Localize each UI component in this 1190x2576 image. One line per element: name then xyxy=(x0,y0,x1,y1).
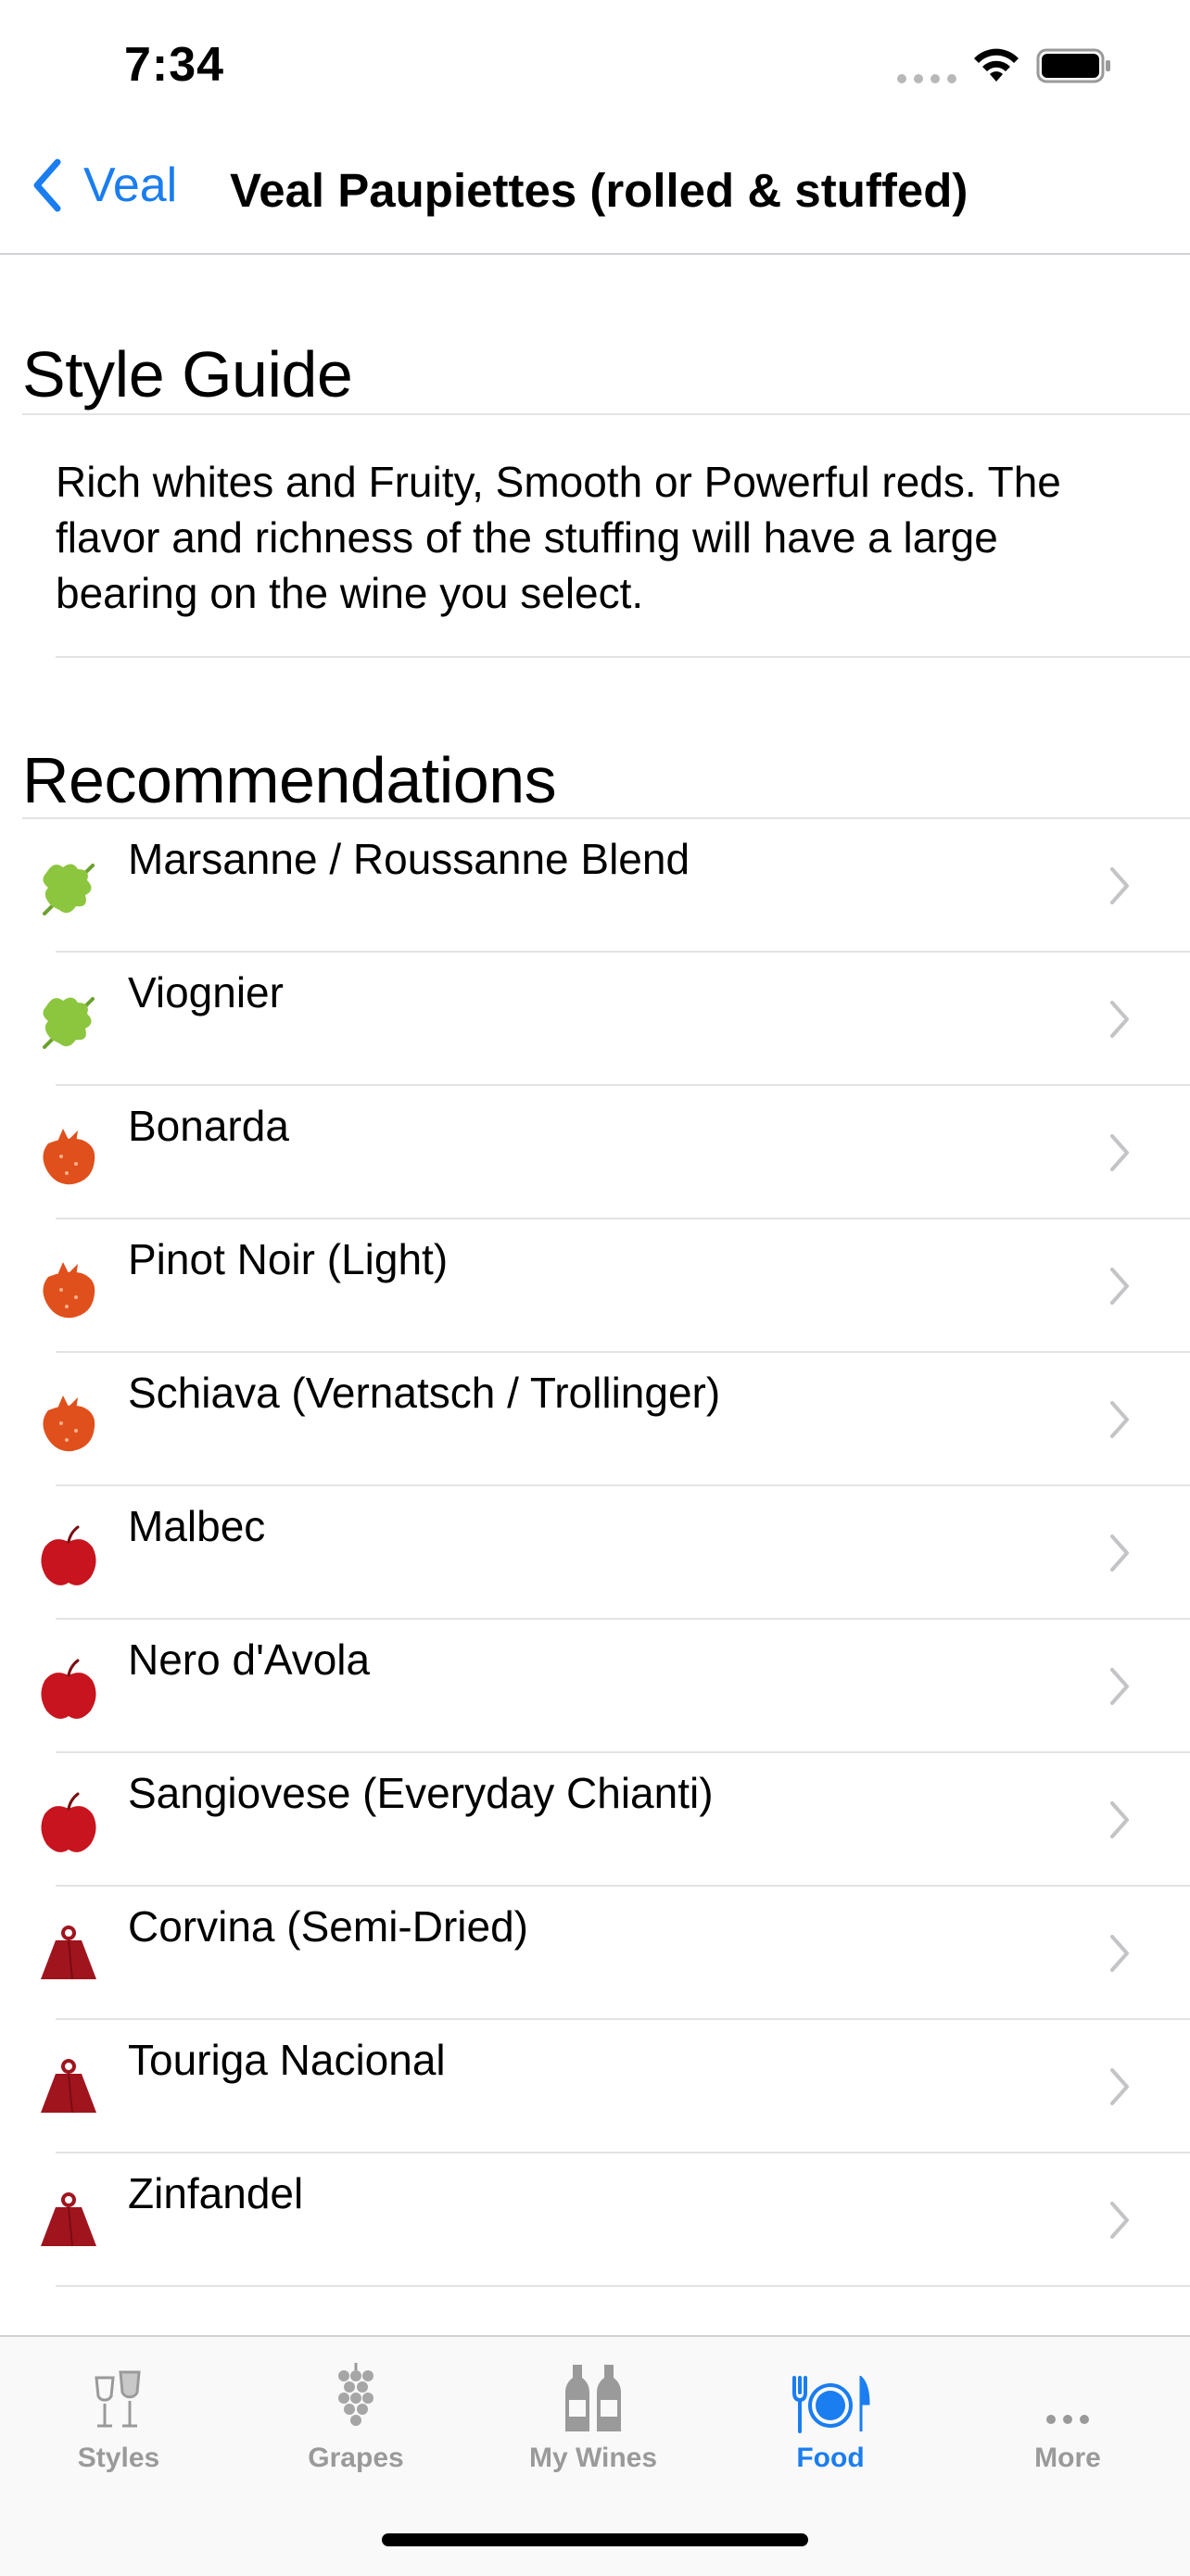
weight-icon xyxy=(41,2059,96,2114)
tab-label: Food xyxy=(796,2443,865,2473)
recommendations-heading: Recommendations xyxy=(22,744,557,816)
section-divider xyxy=(56,656,1190,658)
chevron-right-icon xyxy=(1110,2202,1129,2239)
strawberry-icon xyxy=(43,1262,95,1319)
weight-icon xyxy=(41,1926,96,1980)
list-item[interactable]: Corvina (Semi-Dried) xyxy=(0,1887,1190,2020)
apple-icon xyxy=(41,1659,96,1719)
chevron-right-icon xyxy=(1110,1134,1129,1171)
tab-styles[interactable]: Styles xyxy=(0,2354,237,2474)
chevron-right-icon xyxy=(1110,1001,1129,1038)
more-dots-icon xyxy=(1046,2415,1089,2424)
list-item[interactable]: Nero d'Avola xyxy=(0,1620,1190,1753)
chevron-right-icon xyxy=(1110,2068,1129,2105)
list-item[interactable]: Touriga Nacional xyxy=(0,2020,1190,2153)
nav-divider xyxy=(0,253,1190,255)
list-item[interactable]: Bonarda xyxy=(0,1086,1190,1219)
chevron-right-icon xyxy=(1110,1668,1129,1705)
strawberry-icon xyxy=(43,1395,95,1452)
style-guide-text: Rich whites and Fruity, Smooth or Powerf… xyxy=(56,458,1061,617)
chevron-right-icon xyxy=(1110,1534,1129,1572)
tab-label: Grapes xyxy=(308,2443,404,2473)
list-item[interactable]: Schiava (Vernatsch / Trollinger) xyxy=(0,1353,1190,1486)
list-item-label: Bonarda xyxy=(128,1102,289,1150)
row-divider xyxy=(56,2285,1190,2287)
tab-label: Styles xyxy=(77,2443,160,2473)
list-item-label: Schiava (Vernatsch / Trollinger) xyxy=(128,1369,721,1417)
chevron-left-icon xyxy=(33,158,61,212)
strawberry-icon xyxy=(43,1129,95,1185)
chevron-right-icon xyxy=(1110,1268,1129,1305)
list-item-label: Malbec xyxy=(128,1502,266,1550)
cellular-signal-icon xyxy=(897,74,956,83)
home-indicator xyxy=(382,2533,808,2546)
section-divider xyxy=(22,413,1190,415)
list-item-label: Sangiovese (Everyday Chianti) xyxy=(128,1769,714,1817)
chevron-right-icon xyxy=(1110,1801,1129,1838)
tab-food[interactable]: Food xyxy=(712,2354,949,2474)
back-button[interactable]: Veal xyxy=(32,158,177,213)
list-item-label: Pinot Noir (Light) xyxy=(128,1235,449,1283)
battery-icon xyxy=(1036,48,1110,83)
list-item[interactable]: Marsanne / Roussanne Blend xyxy=(0,819,1190,953)
chevron-right-icon xyxy=(1110,867,1129,904)
chevron-right-icon xyxy=(1110,1401,1129,1438)
list-item[interactable]: Malbec xyxy=(0,1486,1190,1620)
list-item-label: Corvina (Semi-Dried) xyxy=(128,1902,528,1951)
weight-icon xyxy=(41,2192,96,2247)
page-title: Veal Paupiettes (rolled & stuffed) xyxy=(230,164,968,217)
tab-my-wines[interactable]: My Wines xyxy=(475,2354,712,2474)
list-item[interactable]: Sangiovese (Everyday Chianti) xyxy=(0,1753,1190,1887)
list-item-label: Zinfandel xyxy=(128,2169,304,2217)
wifi-icon xyxy=(974,48,1019,82)
tab-more[interactable]: More xyxy=(949,2354,1186,2474)
list-item-label: Marsanne / Roussanne Blend xyxy=(128,835,690,883)
list-item-label: Touriga Nacional xyxy=(128,2036,446,2084)
list-item-label: Viognier xyxy=(128,968,284,1017)
apple-icon xyxy=(41,1792,96,1852)
leaf-icon xyxy=(43,997,95,1049)
bottles-icon xyxy=(565,2365,621,2431)
tab-label: My Wines xyxy=(528,2443,658,2473)
grapes-icon xyxy=(338,2363,373,2426)
recommendations-list: Marsanne / Roussanne Blend Viognier Bonard… xyxy=(0,819,1190,2287)
status-time: 7:34 xyxy=(124,38,225,92)
chevron-right-icon xyxy=(1110,1935,1129,1972)
list-item[interactable]: Zinfandel xyxy=(0,2153,1190,2287)
wine-glasses-icon xyxy=(95,2370,141,2428)
leaf-icon xyxy=(43,864,95,915)
tab-grapes[interactable]: Grapes xyxy=(237,2354,475,2474)
plate-cutlery-icon xyxy=(792,2376,870,2433)
apple-icon xyxy=(41,1525,96,1585)
list-item-label: Nero d'Avola xyxy=(128,1635,371,1684)
tab-label: More xyxy=(1034,2443,1101,2473)
style-guide-heading: Style Guide xyxy=(22,338,353,410)
back-button-label: Veal xyxy=(83,158,178,212)
list-item[interactable]: Viognier xyxy=(0,953,1190,1086)
list-item[interactable]: Pinot Noir (Light) xyxy=(0,1219,1190,1353)
